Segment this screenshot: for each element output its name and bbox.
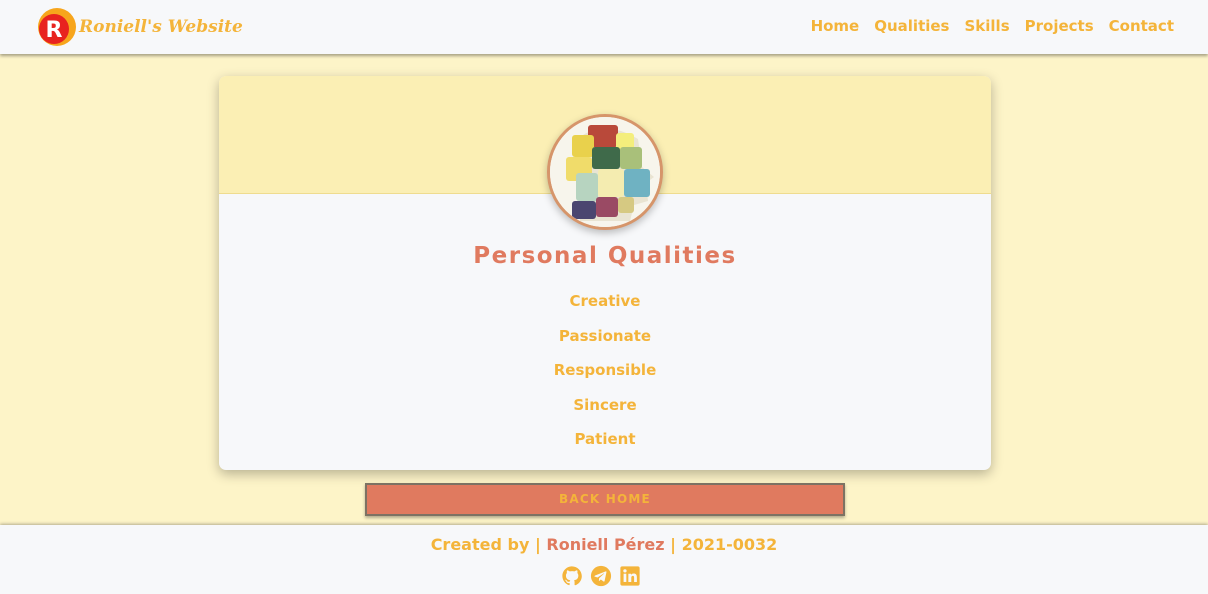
nav-home[interactable]: Home bbox=[811, 17, 860, 35]
credit-separator: | bbox=[670, 535, 677, 554]
back-home-button[interactable]: BACK HOME bbox=[365, 483, 845, 516]
footer-credit: Created by | Roniell Pérez | 2021-0032 bbox=[0, 535, 1208, 554]
github-link[interactable] bbox=[561, 565, 583, 587]
navbar: R Roniell's Website Home Qualities Skill… bbox=[0, 0, 1208, 54]
qualities-list: Creative Passionate Responsible Sincere … bbox=[219, 291, 991, 464]
avatar bbox=[547, 114, 663, 230]
nav-contact[interactable]: Contact bbox=[1109, 17, 1174, 35]
brand-letter: R bbox=[46, 18, 63, 43]
social-links bbox=[561, 565, 641, 587]
telegram-icon bbox=[590, 565, 612, 587]
nav-links: Home Qualities Skills Projects Contact bbox=[811, 17, 1174, 35]
quality-item: Creative bbox=[569, 292, 641, 310]
quality-item: Responsible bbox=[553, 361, 657, 379]
credit-separator: | bbox=[534, 535, 541, 554]
qualities-card: Personal Qualities Creative Passionate R… bbox=[219, 76, 991, 470]
telegram-link[interactable] bbox=[590, 565, 612, 587]
linkedin-link[interactable] bbox=[619, 565, 641, 587]
github-icon bbox=[562, 566, 582, 586]
credit-label: Created by bbox=[430, 535, 530, 554]
brand-logo-icon: R bbox=[38, 8, 76, 46]
credit-id: 2021-0032 bbox=[681, 535, 778, 554]
linkedin-icon bbox=[620, 566, 640, 586]
quality-item: Sincere bbox=[573, 395, 637, 414]
brand-link[interactable]: R Roniell's Website bbox=[37, 7, 243, 47]
credit-author: Roniell Pérez bbox=[546, 535, 665, 554]
footer: Created by | Roniell Pérez | 2021-0032 bbox=[0, 525, 1208, 594]
brand-name: Roniell's Website bbox=[79, 17, 243, 37]
quality-item: Patient bbox=[574, 430, 636, 448]
nav-skills[interactable]: Skills bbox=[964, 17, 1009, 35]
page-title: Personal Qualities bbox=[473, 243, 737, 269]
nav-qualities[interactable]: Qualities bbox=[874, 17, 949, 35]
quality-item: Passionate bbox=[558, 326, 652, 345]
puzzle-head-icon bbox=[550, 117, 660, 227]
nav-projects[interactable]: Projects bbox=[1025, 17, 1094, 35]
